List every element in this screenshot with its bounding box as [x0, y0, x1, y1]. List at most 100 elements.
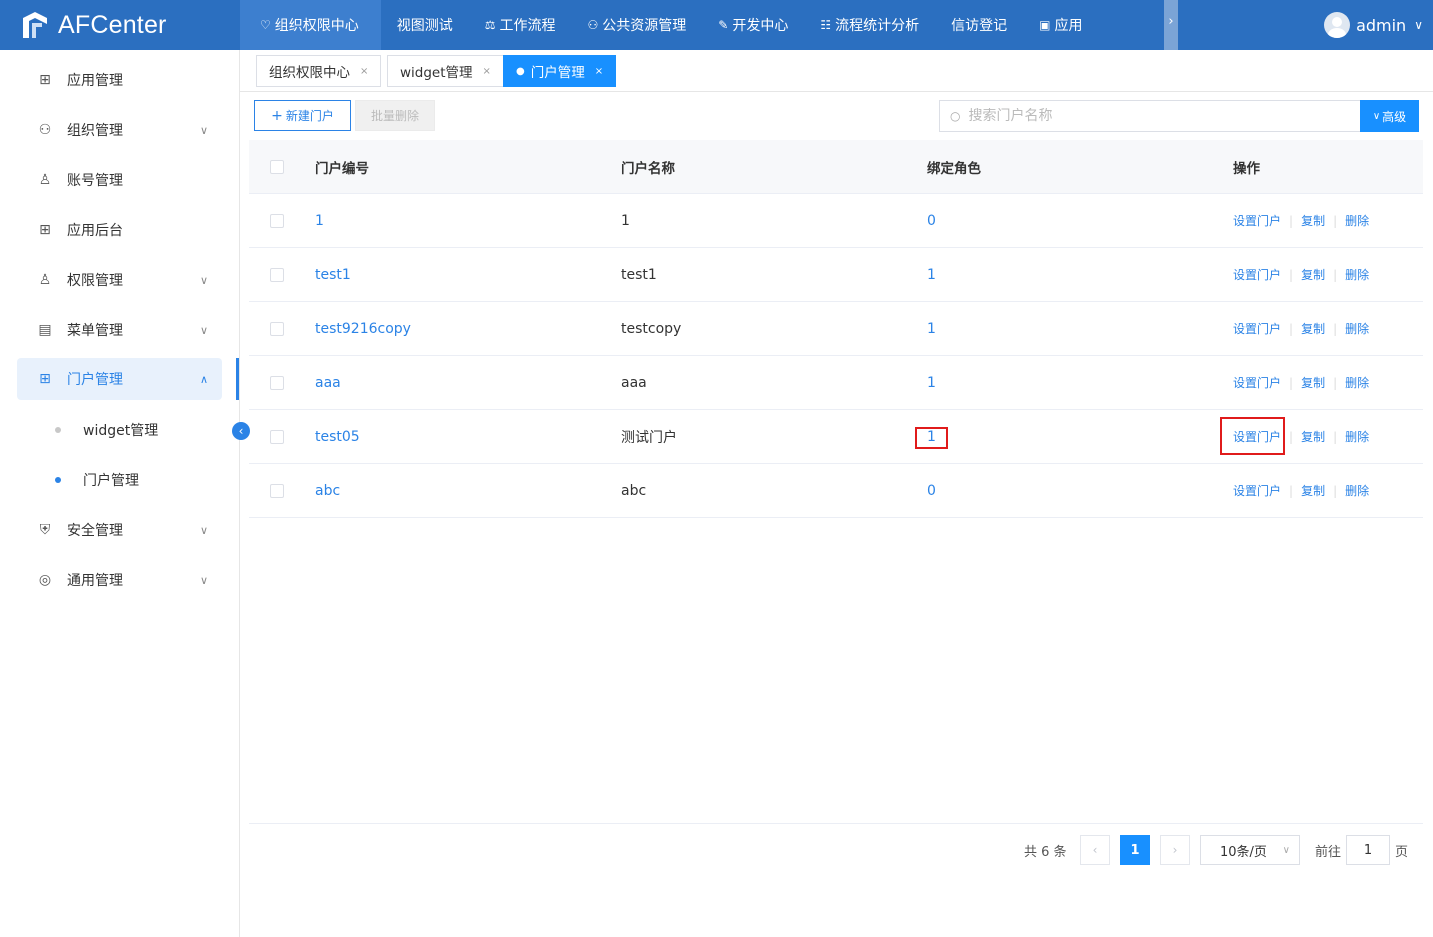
search-box[interactable]: ○	[939, 100, 1360, 132]
sidebar-item-7[interactable]: ⛨ 安全管理 ∨	[17, 509, 222, 551]
portal-name: abc	[621, 482, 647, 499]
set-portal-button[interactable]: 设置门户	[1233, 482, 1281, 499]
chevron-down-icon: ∨	[199, 273, 208, 287]
row-actions: 设置门户 | 复制 | 删除	[1233, 248, 1369, 301]
sidebar-item-2[interactable]: ♙ 账号管理	[17, 159, 222, 201]
delete-button[interactable]: 删除	[1345, 374, 1369, 391]
portal-id-link[interactable]: test9216copy	[315, 302, 411, 355]
set-portal-button[interactable]: 设置门户	[1233, 266, 1281, 283]
prev-page-icon[interactable]: ‹	[1080, 835, 1110, 865]
set-portal-button[interactable]: 设置门户	[1233, 320, 1281, 337]
batch-delete-button[interactable]: 批量删除	[355, 100, 435, 131]
copy-button[interactable]: 复制	[1301, 320, 1325, 337]
edit-icon: ✎	[718, 18, 729, 32]
nav-item-label: 公共资源管理	[602, 18, 687, 34]
copy-button[interactable]: 复制	[1301, 266, 1325, 283]
tab-label: 门户管理	[530, 65, 585, 81]
portal-id-link[interactable]: aaa	[315, 356, 341, 409]
logo[interactable]: AFCenter	[20, 8, 167, 42]
delete-button[interactable]: 删除	[1345, 266, 1369, 283]
sidebar-item-8[interactable]: ◎ 通用管理 ∨	[17, 559, 222, 601]
nav-item-4[interactable]: ✎ 开发中心	[702, 0, 804, 50]
copy-button[interactable]: 复制	[1301, 374, 1325, 391]
divider: |	[1333, 213, 1338, 228]
portal-id-link[interactable]: test05	[315, 410, 360, 463]
lock-user-icon: ♙	[38, 272, 52, 288]
security-icon: ⛨	[39, 522, 51, 538]
select-all-checkbox[interactable]	[270, 160, 284, 174]
sidebar-item-0[interactable]: ⊞ 应用管理	[17, 59, 222, 101]
copy-button[interactable]: 复制	[1301, 428, 1325, 445]
nav-item-0[interactable]: ♡ 组织权限中心	[240, 0, 381, 50]
delete-button[interactable]: 删除	[1345, 320, 1369, 337]
sidebar-item-label: 应用管理	[67, 73, 123, 89]
tab-org-center[interactable]: 组织权限中心 ×	[256, 55, 382, 87]
row-checkbox[interactable]	[270, 430, 284, 444]
tab-portal[interactable]: ● 门户管理 ×	[503, 55, 617, 87]
advanced-search-button[interactable]: ∨ 高级	[1360, 100, 1419, 132]
current-page[interactable]: 1	[1120, 835, 1150, 865]
table-row: test05 测试门户 1 设置门户 | 复制 | 删除	[249, 410, 1423, 464]
menu-icon: ▤	[38, 322, 52, 338]
sidebar-item-4[interactable]: ♙ 权限管理 ∨	[17, 259, 222, 301]
portal-id-link[interactable]: test1	[315, 248, 351, 301]
portal-name: 测试门户	[621, 429, 677, 446]
row-checkbox[interactable]	[270, 322, 284, 336]
sidebar-item-label: 门户管理	[67, 372, 123, 388]
portal-id-link[interactable]: 1	[315, 194, 324, 247]
bound-roles-link[interactable]: 0	[927, 194, 936, 247]
next-page-icon[interactable]: ›	[1160, 835, 1190, 865]
nav-item-7[interactable]: ▣ 应用	[1023, 0, 1082, 50]
search-input[interactable]	[968, 108, 1349, 124]
sidebar-item-label: 通用管理	[67, 573, 123, 589]
set-portal-button[interactable]: 设置门户	[1233, 212, 1281, 229]
bound-roles-link[interactable]: 1	[927, 356, 936, 409]
new-portal-button[interactable]: + 新建门户	[254, 100, 351, 131]
close-icon[interactable]: ×	[360, 66, 368, 77]
nav-item-1[interactable]: 视图测试	[381, 0, 469, 50]
sidebar-item-3[interactable]: ⊞ 应用后台	[17, 209, 222, 251]
collapse-sidebar-icon[interactable]: ‹	[232, 422, 250, 440]
delete-button[interactable]: 删除	[1345, 482, 1369, 499]
bound-roles-link[interactable]: 1	[927, 248, 936, 301]
copy-button[interactable]: 复制	[1301, 212, 1325, 229]
row-checkbox[interactable]	[270, 376, 284, 390]
nav-item-5[interactable]: ☷ 流程统计分析	[804, 0, 935, 50]
page-size-select[interactable]: 10条/页 ∨	[1200, 835, 1300, 865]
set-portal-button[interactable]: 设置门户	[1233, 374, 1281, 391]
row-checkbox[interactable]	[270, 268, 284, 282]
nav-item-3[interactable]: ⚇ 公共资源管理	[572, 0, 703, 50]
goto-page-input[interactable]: 1	[1346, 835, 1390, 865]
new-portal-label: 新建门户	[285, 109, 334, 123]
tab-widget[interactable]: widget管理 ×	[387, 55, 504, 87]
delete-button[interactable]: 删除	[1345, 428, 1369, 445]
sidebar-item-label: 菜单管理	[67, 323, 123, 339]
bound-roles-link[interactable]: 0	[927, 464, 936, 517]
row-checkbox[interactable]	[270, 484, 284, 498]
nav-item-2[interactable]: ⚖ 工作流程	[469, 0, 572, 50]
page-size-value: 10条/页	[1220, 844, 1267, 860]
settings-icon: ◎	[38, 572, 52, 588]
sidebar-subitem-1[interactable]: 门户管理	[50, 465, 139, 495]
sidebar-item-6[interactable]: ⊞ 门户管理 ∧	[17, 358, 222, 400]
row-checkbox[interactable]	[270, 214, 284, 228]
sidebar-item-5[interactable]: ▤ 菜单管理 ∨	[17, 309, 222, 351]
bound-roles-link[interactable]: 1	[927, 302, 936, 355]
user-menu[interactable]: admin ∨	[1324, 0, 1423, 50]
sidebar-item-label: 账号管理	[67, 173, 123, 189]
delete-button[interactable]: 删除	[1345, 212, 1369, 229]
nav-item-label: 应用	[1054, 18, 1083, 34]
portal-id-link[interactable]: abc	[315, 464, 340, 517]
nav-scroll-right-icon[interactable]: ›	[1164, 0, 1178, 50]
row-actions: 设置门户 | 复制 | 删除	[1233, 194, 1369, 247]
people-icon: ⚇	[587, 18, 599, 32]
divider: |	[1289, 321, 1294, 336]
divider	[249, 823, 1423, 824]
sidebar-subitem-0[interactable]: widget管理	[50, 415, 158, 445]
nav-item-6[interactable]: 信访登记	[935, 0, 1023, 50]
close-icon[interactable]: ×	[483, 66, 491, 77]
nav-item-label: 组织权限中心	[274, 18, 359, 34]
close-icon[interactable]: ×	[595, 66, 603, 77]
sidebar-item-1[interactable]: ⚇ 组织管理 ∨	[17, 109, 222, 151]
copy-button[interactable]: 复制	[1301, 482, 1325, 499]
